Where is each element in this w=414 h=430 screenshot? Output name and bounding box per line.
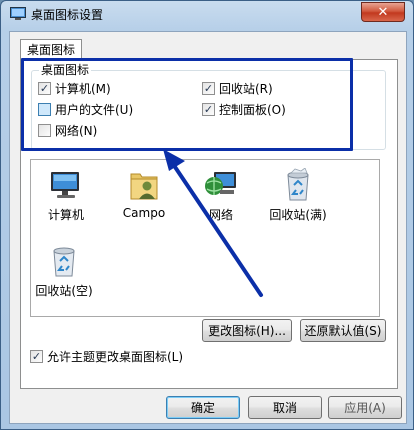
recycle-bin-empty-icon bbox=[53, 247, 75, 277]
user-folder-icon bbox=[130, 173, 158, 200]
icon-item-recycle-empty[interactable]: 回收站(空) bbox=[31, 244, 97, 299]
change-icon-button[interactable]: 更改图标(H)... bbox=[202, 319, 292, 342]
icon-item-computer[interactable]: 计算机 bbox=[33, 170, 99, 223]
icon-label: 回收站(满) bbox=[269, 208, 327, 222]
title-bar[interactable]: 桌面图标设置 ✕ bbox=[1, 1, 413, 28]
cancel-button[interactable]: 取消 bbox=[248, 396, 322, 419]
close-button[interactable]: ✕ bbox=[361, 2, 405, 22]
annotation-highlight-box bbox=[21, 58, 353, 151]
window-title: 桌面图标设置 bbox=[31, 8, 104, 22]
close-icon: ✕ bbox=[377, 4, 389, 20]
computer-icon bbox=[51, 172, 79, 198]
recycle-bin-full-icon bbox=[287, 168, 309, 201]
apply-button[interactable]: 应用(A) bbox=[328, 396, 402, 419]
icon-label: 网络 bbox=[208, 208, 233, 222]
checkbox-allow-theme[interactable]: ✓ 允许主题更改桌面图标(L) bbox=[30, 348, 183, 364]
desktop-settings-icon bbox=[10, 7, 26, 20]
checkbox-label: 允许主题更改桌面图标(L) bbox=[47, 349, 184, 364]
icon-item-recycle-full[interactable]: 回收站(满) bbox=[265, 168, 331, 223]
dialog-window: 桌面图标设置 ✕ 桌面图标 桌面图标 ✓ 计算机(M) ✓ 回收站(R) 用户的… bbox=[0, 0, 414, 430]
tab-desktop-icons[interactable]: 桌面图标 bbox=[20, 39, 83, 60]
icon-item-user-folder[interactable]: Campo bbox=[111, 168, 177, 220]
network-icon bbox=[205, 172, 236, 195]
icon-list[interactable]: 计算机 Campo 网络 回收站(满) 回收站(空) bbox=[30, 159, 380, 317]
icon-label: Campo bbox=[122, 206, 166, 220]
checkbox-box[interactable]: ✓ bbox=[30, 349, 43, 363]
icon-item-network[interactable]: 网络 bbox=[188, 168, 254, 223]
ok-button[interactable]: 确定 bbox=[166, 396, 240, 419]
icon-label: 回收站(空) bbox=[35, 284, 93, 298]
restore-default-button[interactable]: 还原默认值(S) bbox=[300, 319, 386, 342]
icon-label: 计算机 bbox=[47, 208, 84, 222]
